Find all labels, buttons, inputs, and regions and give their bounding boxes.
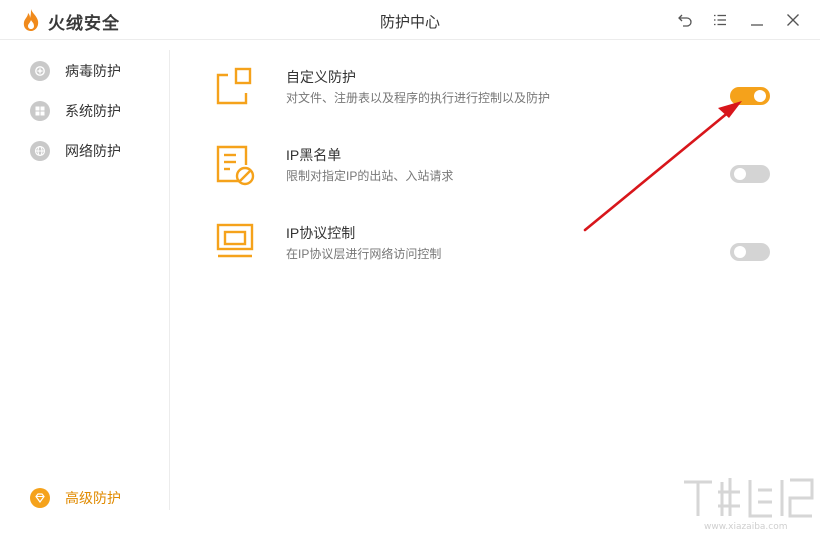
ip-protocol-toggle[interactable] bbox=[730, 243, 770, 261]
row-description: 对文件、注册表以及程序的执行进行控制以及防护 bbox=[286, 91, 551, 105]
protection-row-ip-blacklist: IP黑名单 限制对指定IP的出站、入站请求 bbox=[214, 145, 774, 205]
window-title: 防护中心 bbox=[379, 14, 440, 31]
ip-protocol-icon bbox=[216, 223, 254, 258]
ip-blacklist-icon bbox=[216, 145, 255, 186]
title-bar: 火绒安全 防护中心 bbox=[0, 0, 820, 40]
row-title: 自定义防护 bbox=[286, 69, 356, 85]
minimize-icon[interactable] bbox=[747, 10, 767, 30]
fire-logo-icon bbox=[23, 9, 39, 31]
custom-protect-icon bbox=[216, 67, 252, 105]
watermark-text: www.xiazaiba.com bbox=[704, 522, 788, 532]
sidebar-item-virus-protection[interactable]: 病毒防护 bbox=[30, 59, 121, 83]
windows-icon bbox=[30, 101, 50, 121]
row-title: IP黑名单 bbox=[286, 147, 342, 163]
custom-protection-toggle[interactable] bbox=[730, 87, 770, 105]
sidebar-item-advanced-protection[interactable]: 高级防护 bbox=[30, 486, 121, 510]
menu-icon[interactable] bbox=[710, 10, 730, 30]
sidebar-divider bbox=[169, 50, 170, 510]
close-icon[interactable] bbox=[783, 10, 803, 30]
sidebar-item-label: 网络防护 bbox=[65, 143, 121, 159]
app-name: 火绒安全 bbox=[48, 14, 120, 33]
toggle-knob bbox=[734, 168, 746, 180]
row-description: 在IP协议层进行网络访问控制 bbox=[286, 247, 442, 261]
sidebar-item-label: 病毒防护 bbox=[65, 63, 121, 79]
sidebar-item-label: 高级防护 bbox=[65, 490, 121, 506]
toggle-knob bbox=[754, 90, 766, 102]
globe-icon bbox=[30, 141, 50, 161]
diamond-icon bbox=[30, 488, 50, 508]
back-icon[interactable] bbox=[675, 10, 695, 30]
ip-blacklist-toggle[interactable] bbox=[730, 165, 770, 183]
row-description: 限制对指定IP的出站、入站请求 bbox=[286, 169, 454, 183]
virus-shield-icon bbox=[30, 61, 50, 81]
row-title: IP协议控制 bbox=[286, 225, 356, 241]
sidebar-item-label: 系统防护 bbox=[65, 103, 121, 119]
toggle-knob bbox=[734, 246, 746, 258]
sidebar-item-network-protection[interactable]: 网络防护 bbox=[30, 139, 121, 163]
sidebar-item-system-protection[interactable]: 系统防护 bbox=[30, 99, 121, 123]
protection-row-ip-protocol: IP协议控制 在IP协议层进行网络访问控制 bbox=[214, 223, 774, 283]
sidebar: 病毒防护 系统防护 网络防护 高级防护 bbox=[0, 41, 170, 540]
protection-row-custom: 自定义防护 对文件、注册表以及程序的执行进行控制以及防护 bbox=[214, 67, 774, 127]
